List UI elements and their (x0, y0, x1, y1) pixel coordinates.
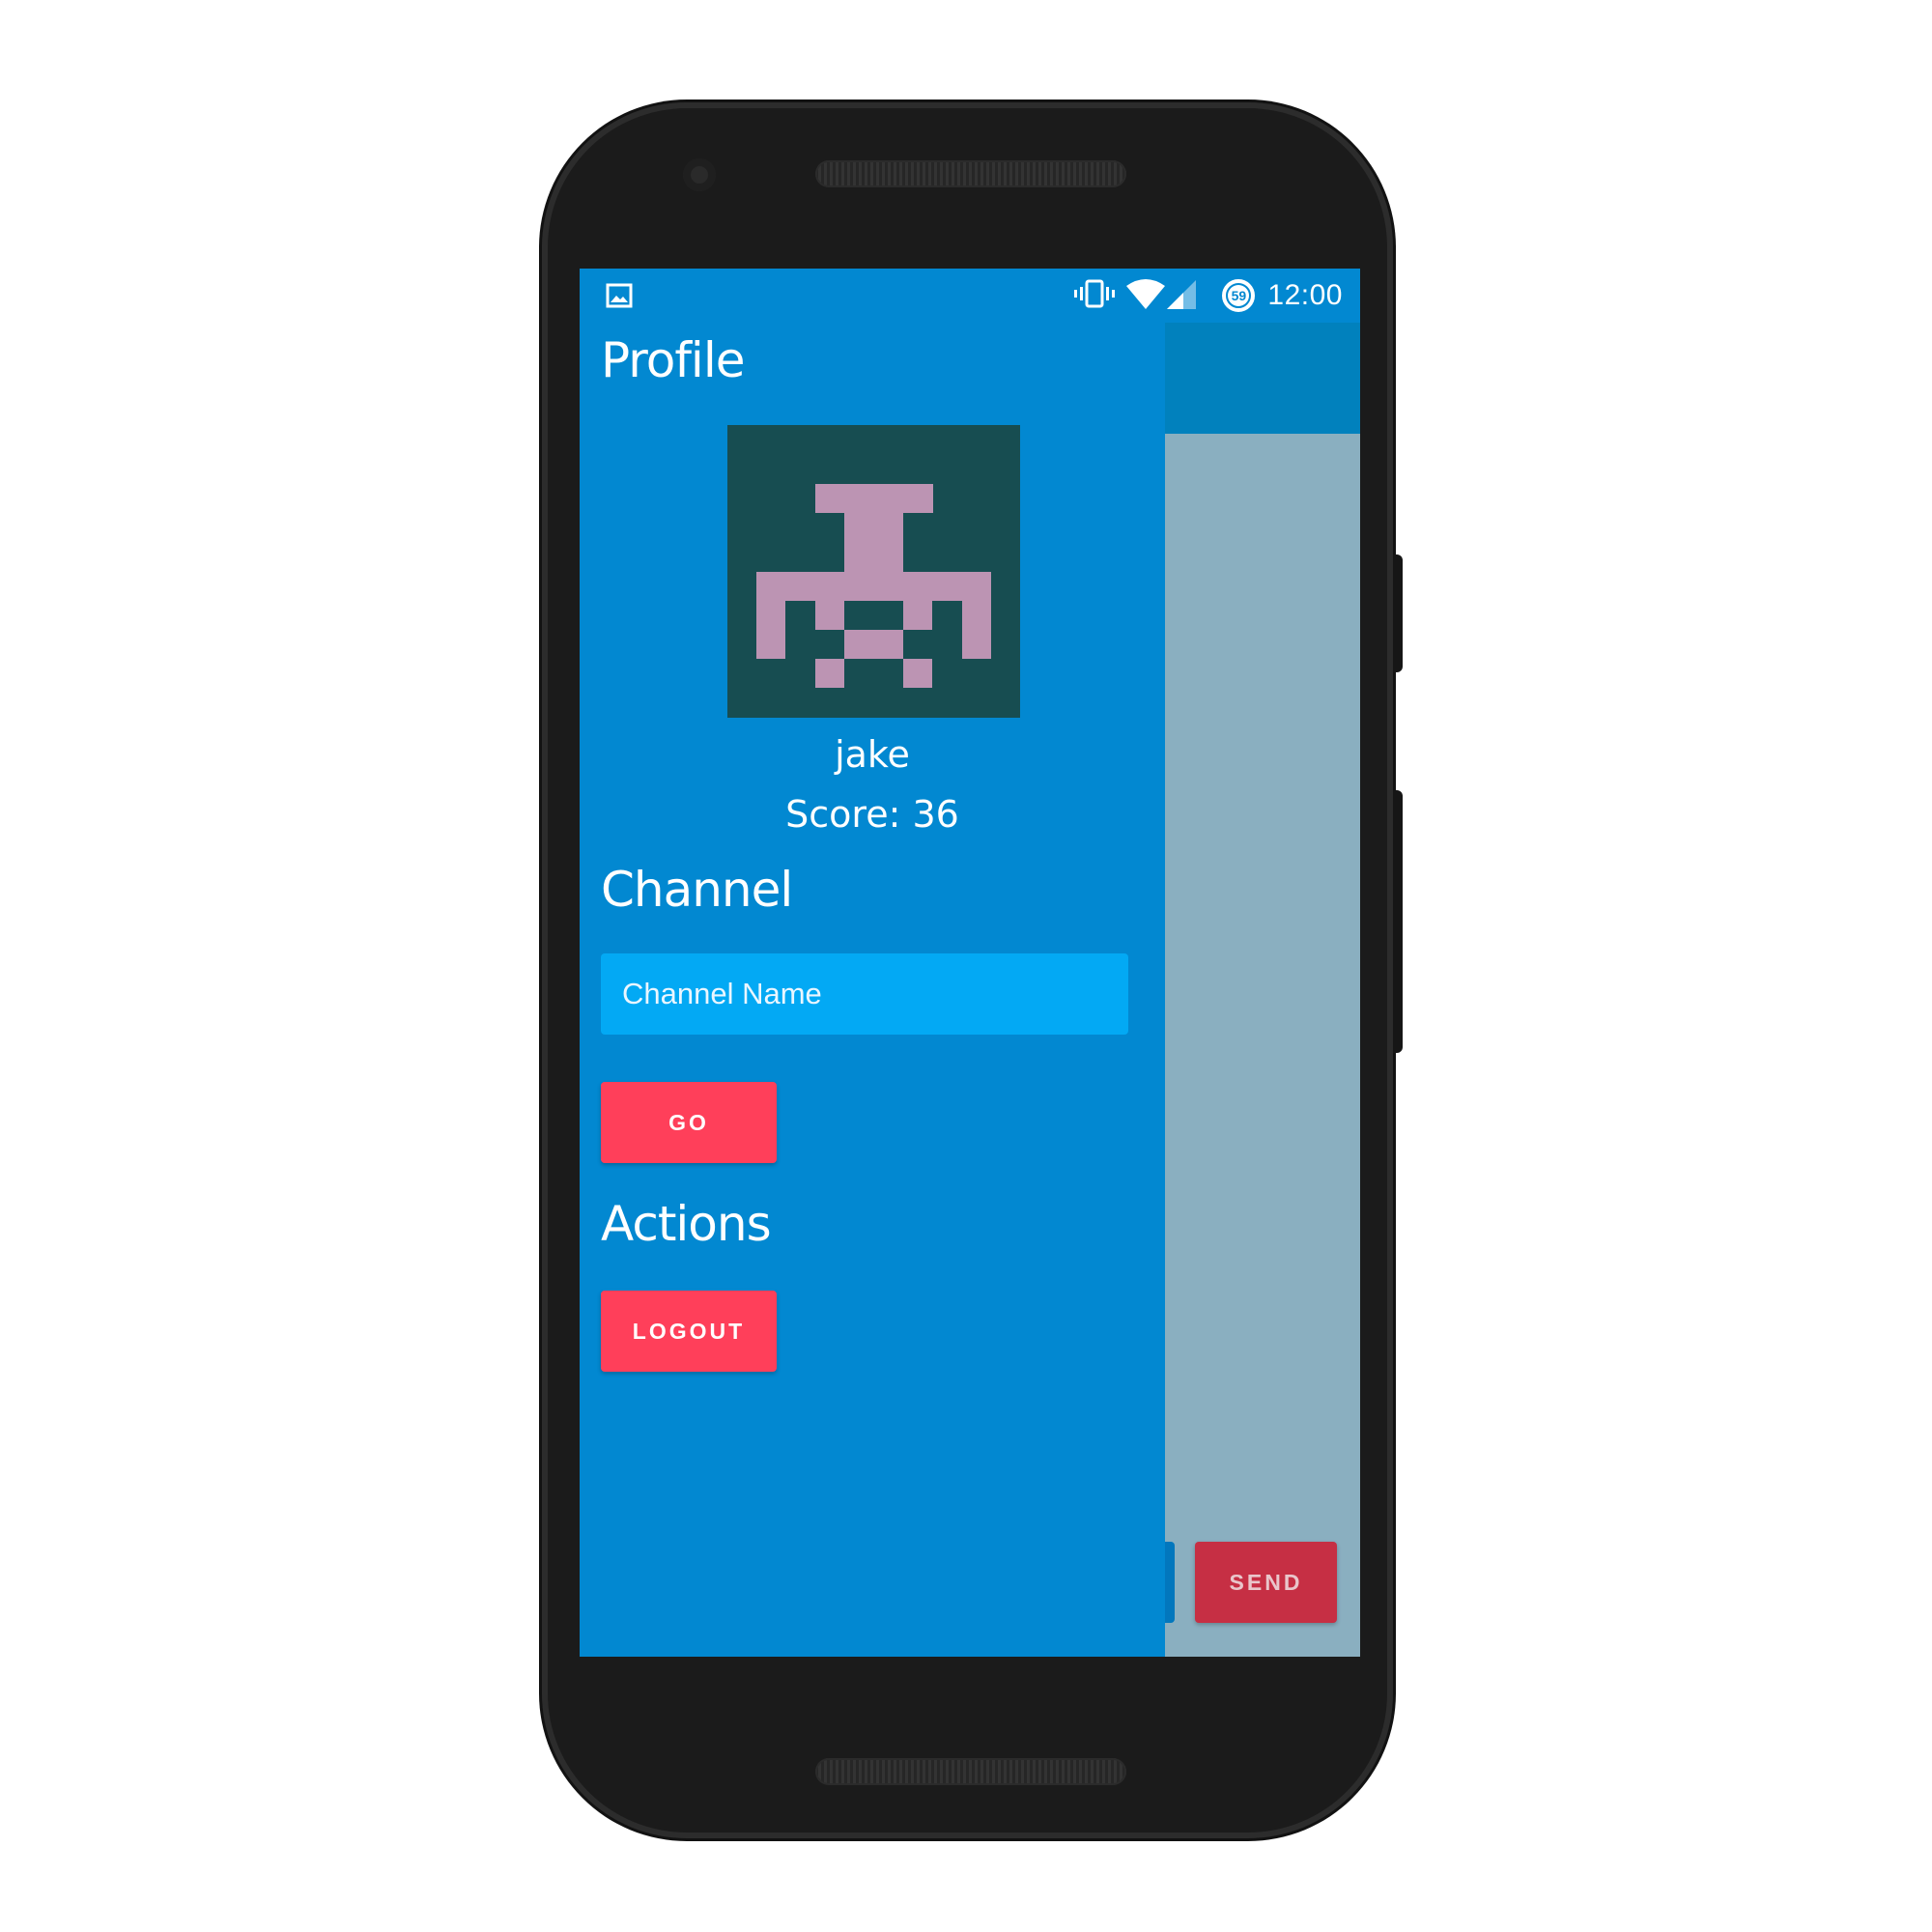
status-bar: 59 12:00 (580, 269, 1360, 323)
actions-title: Actions (601, 1196, 772, 1252)
pixel-invader-avatar-icon (756, 484, 991, 688)
status-icons: 59 12:00 (1074, 276, 1343, 315)
username: jake (835, 733, 910, 776)
wifi-icon (1126, 278, 1166, 314)
channel-name-input[interactable] (601, 953, 1128, 1035)
battery-level-text: 59 (1231, 288, 1247, 303)
cellular-signal-icon (1167, 278, 1197, 314)
navigation-drawer: Profile jake Score: 36 Channel Channel N… (580, 269, 1165, 1657)
top-speaker (815, 160, 1126, 187)
phone-screen: SEND 59 12:00 Profile jake Score: 36 Cha… (580, 269, 1360, 1657)
go-button[interactable]: GO (601, 1082, 777, 1163)
profile-title: Profile (601, 332, 745, 388)
status-clock: 12:00 (1267, 279, 1343, 311)
vibrate-icon (1074, 278, 1116, 314)
send-button[interactable]: SEND (1195, 1542, 1337, 1623)
volume-button (1393, 790, 1403, 1053)
logout-button[interactable]: LOGOUT (601, 1291, 777, 1372)
bottom-speaker (815, 1758, 1126, 1785)
power-button (1393, 554, 1403, 672)
channel-title: Channel (601, 862, 793, 918)
score-label: Score: 36 (785, 793, 959, 836)
avatar (727, 425, 1020, 718)
front-camera-icon (683, 158, 716, 191)
battery-saver-icon: 59 (1221, 278, 1256, 313)
gallery-notification-icon (606, 283, 633, 313)
